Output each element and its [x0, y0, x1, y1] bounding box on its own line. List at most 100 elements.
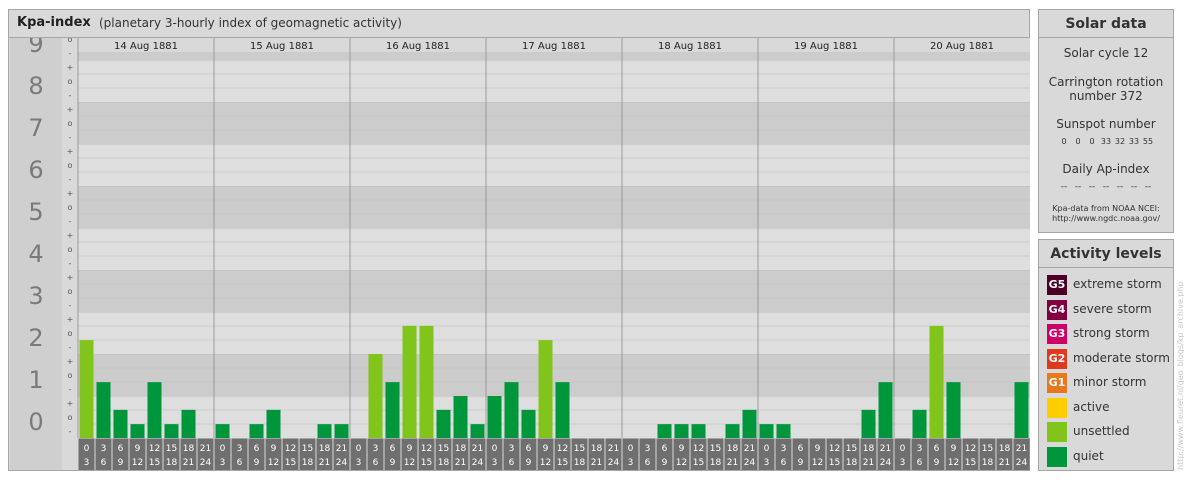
kp-level-label: 7	[28, 114, 43, 142]
interval-end-label: 9	[526, 458, 532, 468]
kp-bar	[691, 424, 706, 438]
interval-start-label: 21	[608, 444, 619, 454]
kp-sub-mark: -	[69, 217, 72, 226]
ap-value: --	[1060, 182, 1068, 192]
interval-start-label: 12	[829, 444, 840, 454]
interval-start-label: 21	[1016, 444, 1027, 454]
kp-sub-mark: +	[67, 105, 74, 114]
grid-band	[78, 284, 1030, 298]
level-swatch	[1047, 422, 1067, 442]
interval-start-label: 15	[846, 444, 857, 454]
interval-end-label: 21	[591, 458, 602, 468]
interval-end-label: 3	[764, 458, 770, 468]
interval-start-label: 9	[135, 444, 141, 454]
kp-bar	[538, 340, 553, 438]
kp-bar	[249, 424, 264, 438]
interval-start-label: 9	[815, 444, 821, 454]
grid-band	[78, 186, 1030, 200]
kpa-chart-panel: Kpa-index (planetary 3-hourly index of g…	[8, 9, 1030, 471]
sunspot-value: 32	[1114, 137, 1126, 146]
kp-bar	[1014, 382, 1029, 438]
ap-value: --	[1102, 182, 1110, 192]
interval-end-label: 12	[948, 458, 959, 468]
interval-start-label: 6	[798, 444, 804, 454]
interval-end-label: 6	[237, 458, 243, 468]
solar-title: Solar data	[1065, 16, 1147, 32]
grid-band	[78, 200, 1030, 214]
chart-title: Kpa-index	[17, 15, 91, 30]
interval-end-label: 6	[373, 458, 379, 468]
interval-end-label: 21	[863, 458, 874, 468]
interval-start-label: 6	[390, 444, 396, 454]
grid-band	[78, 158, 1030, 172]
interval-start-label: 18	[727, 444, 739, 454]
day-label: 14 Aug 1881	[114, 41, 178, 52]
kp-sub-mark: -	[69, 427, 72, 436]
kp-bar	[79, 340, 94, 438]
interval-end-label: 9	[118, 458, 124, 468]
interval-end-label: 6	[509, 458, 515, 468]
kp-bar	[402, 325, 417, 438]
interval-end-label: 3	[900, 458, 906, 468]
level-label: severe storm	[1073, 301, 1152, 316]
sunspot-value: 33	[1128, 137, 1140, 146]
grid-band	[78, 354, 1030, 368]
level-swatch: G4	[1047, 299, 1067, 320]
interval-end-label: 12	[268, 458, 279, 468]
interval-start-label: 21	[200, 444, 211, 454]
interval-end-label: 9	[798, 458, 804, 468]
interval-start-label: 21	[880, 444, 891, 454]
interval-end-label: 6	[781, 458, 787, 468]
interval-start-label: 15	[166, 444, 177, 454]
kp-bar	[130, 424, 145, 438]
interval-start-label: 0	[220, 444, 226, 454]
interval-end-label: 18	[710, 458, 722, 468]
interval-end-label: 24	[200, 458, 212, 468]
interval-start-label: 18	[863, 444, 875, 454]
interval-end-label: 21	[455, 458, 466, 468]
kp-sub-mark: +	[67, 273, 74, 282]
kp-level-label: 4	[28, 240, 43, 268]
interval-start-label: 3	[101, 444, 107, 454]
kp-level-label: 6	[28, 156, 43, 184]
kp-sub-mark: o	[68, 245, 73, 254]
interval-end-label: 21	[183, 458, 194, 468]
level-label: strong storm	[1073, 326, 1150, 340]
kp-bar	[725, 424, 740, 438]
grid-band	[78, 326, 1030, 340]
interval-start-label: 6	[662, 444, 668, 454]
interval-start-label: 18	[455, 444, 467, 454]
sunspot-values: 0 0 0 33 32 33 55	[1039, 137, 1173, 146]
ap-values: -- -- -- -- -- -- --	[1039, 182, 1173, 192]
interval-start-label: 12	[421, 444, 432, 454]
day-label: 15 Aug 1881	[250, 41, 314, 52]
interval-start-label: 9	[951, 444, 957, 454]
interval-end-label: 24	[336, 458, 348, 468]
activity-header: Activity levels	[1039, 240, 1173, 268]
kp-sub-mark: +	[67, 147, 74, 156]
interval-start-label: 0	[84, 444, 90, 454]
source-link[interactable]: http://www.ngdc.noaa.gov/	[1039, 214, 1173, 223]
interval-start-label: 9	[543, 444, 549, 454]
kp-bar	[946, 382, 961, 438]
sunspot-value: 33	[1100, 137, 1112, 146]
kp-bar	[878, 382, 893, 438]
level-swatch: G2	[1047, 348, 1067, 369]
level-swatch	[1047, 397, 1067, 418]
interval-start-label: 3	[237, 444, 243, 454]
kp-bar	[215, 424, 230, 438]
interval-start-label: 3	[645, 444, 651, 454]
day-label: 16 Aug 1881	[386, 41, 450, 52]
watermark-text: http://www.fleuret.nl/geo_blogs/kp_archi…	[1176, 281, 1184, 470]
interval-end-label: 18	[302, 458, 314, 468]
activity-title: Activity levels	[1050, 246, 1162, 262]
interval-start-label: 18	[183, 444, 195, 454]
kp-bar	[742, 409, 757, 438]
interval-end-label: 21	[999, 458, 1010, 468]
interval-end-label: 6	[645, 458, 651, 468]
interval-end-label: 12	[132, 458, 143, 468]
sunspot-label: Sunspot number	[1056, 117, 1156, 131]
kp-bar	[521, 409, 536, 438]
interval-end-label: 15	[149, 458, 160, 468]
kp-bar	[385, 382, 400, 438]
